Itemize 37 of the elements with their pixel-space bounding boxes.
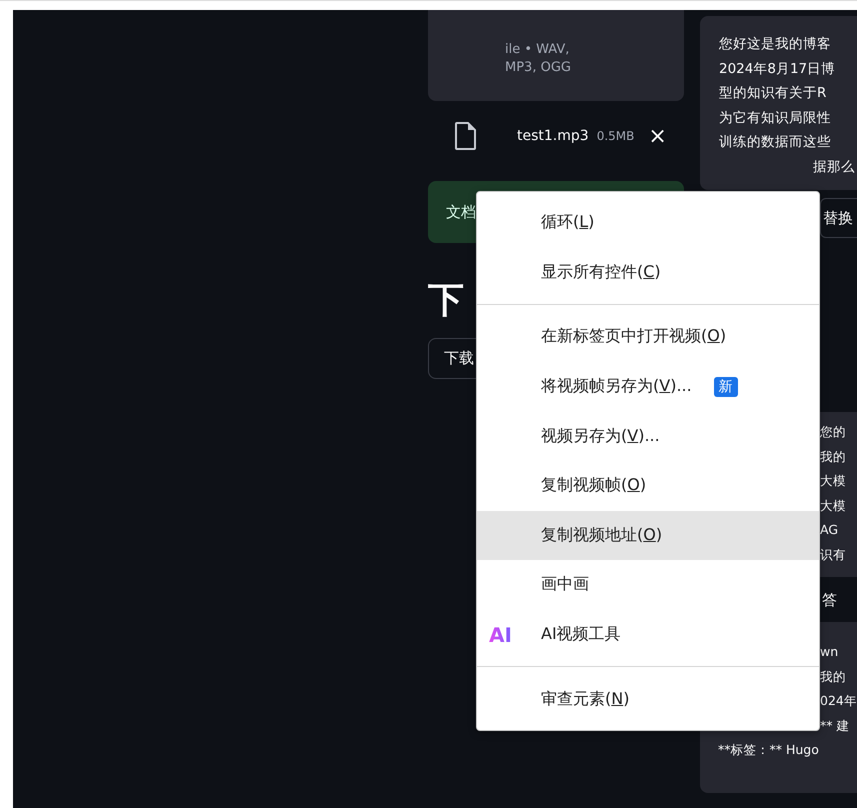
menu-item[interactable]: 将视频帧另存为(V)... 新 <box>477 362 819 412</box>
remove-button[interactable]: × <box>648 124 667 148</box>
message-text: 2024年8月17日博 <box>719 60 836 78</box>
menu-item[interactable]: 循环(L) <box>477 198 819 248</box>
menu-item[interactable]: 复制视频地址(O) <box>477 510 819 560</box>
menu-item[interactable]: AI AI视频工具 <box>477 610 819 660</box>
message-text: 您好这是我的博客 <box>719 35 832 54</box>
menu-item[interactable]: 复制视频帧(O) <box>477 460 819 511</box>
message-text: 训练的数据而这些 <box>719 133 832 152</box>
label-text: 答 <box>822 590 837 611</box>
message-text: 您的 <box>820 423 847 441</box>
message-text: 我的 <box>820 448 847 466</box>
menu-item[interactable]: 视频另存为(V)... <box>477 411 819 461</box>
file-size: 0.5MB <box>596 129 634 143</box>
message-text: 型的知识有关于R <box>719 84 828 103</box>
replace-button[interactable]: 替换 <box>820 198 857 238</box>
message-text: 大模 <box>820 472 847 490</box>
new-badge: 新 <box>714 376 738 397</box>
file-icon <box>455 122 477 150</box>
menu-item[interactable]: 在新标签页中打开视频(O) <box>477 312 819 362</box>
file-types-text: ile • WAV, <box>505 41 570 59</box>
menu-item[interactable]: 审查元素(N) <box>477 674 819 724</box>
message-text: 024年 <box>819 692 857 710</box>
menu-item[interactable]: 画中画 <box>477 560 819 610</box>
file-types-text: MP3, OGG <box>505 59 572 77</box>
message-text: **标签：** Hugo <box>718 741 820 759</box>
message-text: 大模 <box>820 496 847 514</box>
message-text: ** 建 <box>819 716 850 734</box>
message-text: 据那么 <box>812 158 856 176</box>
section-heading: 下 <box>428 279 465 323</box>
message-text: 识有 <box>820 546 847 564</box>
message-text: 我的 <box>819 668 847 686</box>
message-text: wn <box>819 643 840 661</box>
message-text: AG <box>820 521 840 539</box>
menu-item[interactable]: 显示所有控件(C) <box>477 248 819 298</box>
file-name: test1.mp3 <box>517 128 589 144</box>
message-text: 为它有知识局限性 <box>719 108 832 128</box>
